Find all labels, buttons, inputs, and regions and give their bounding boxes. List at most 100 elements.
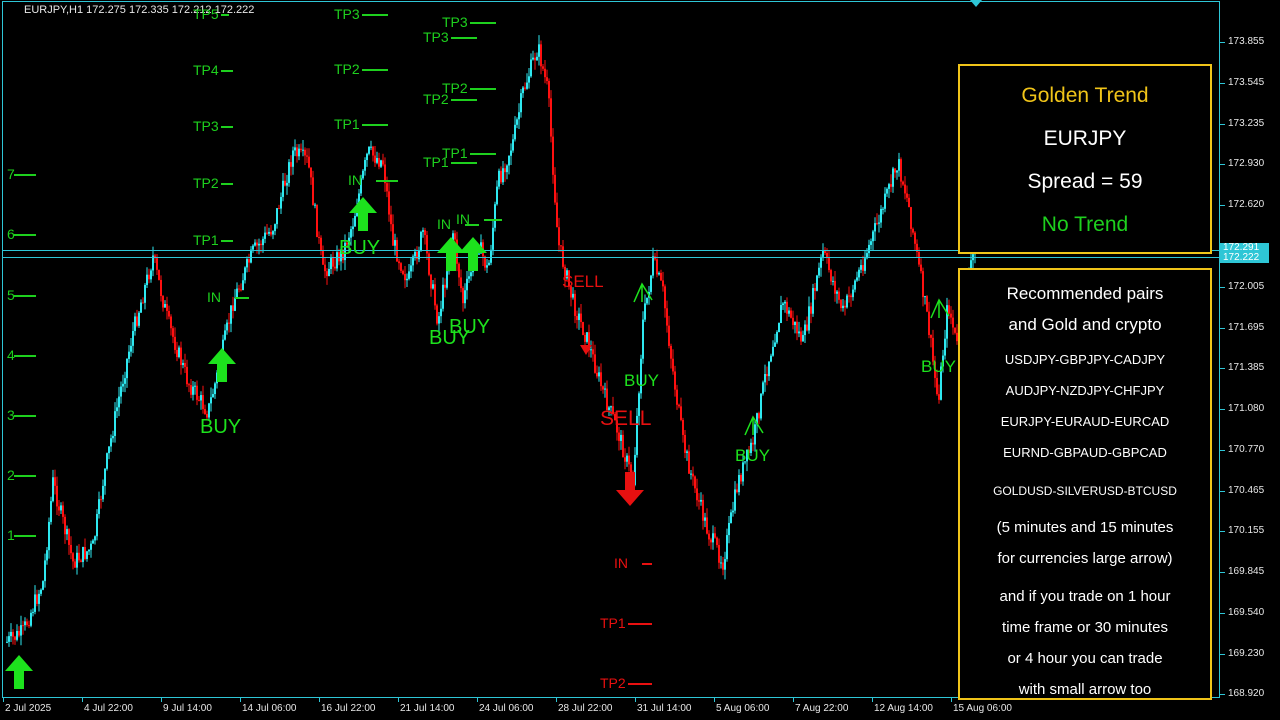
candle-body (628, 455, 630, 465)
candle-body (778, 323, 780, 333)
candle-body (20, 625, 22, 636)
candle-body (26, 621, 28, 626)
candle-body (762, 382, 764, 394)
candle-body (382, 160, 384, 165)
reco-note: with small arrow too (1018, 681, 1152, 698)
candle-body (528, 76, 530, 83)
candle-body (676, 389, 678, 405)
candle-body (314, 204, 316, 206)
candle-body (370, 146, 372, 148)
time-tick (793, 698, 794, 702)
candle-body (668, 325, 670, 346)
price-label: 171.385 (1228, 362, 1265, 373)
tp-line (451, 37, 477, 39)
candle-body (64, 516, 66, 535)
candle-body (692, 473, 694, 477)
time-tick (556, 698, 557, 702)
candle-body (82, 546, 84, 562)
candle-body (724, 559, 726, 570)
candle-body (864, 258, 866, 271)
candle-body (718, 544, 720, 563)
candle-body (102, 485, 104, 500)
candle-body (68, 529, 70, 545)
candle-body (544, 68, 546, 78)
price-tick (1220, 205, 1225, 206)
time-tick (714, 698, 715, 702)
panel-symbol: EURJPY (1043, 127, 1127, 150)
small-buy-arrow-icon (930, 298, 950, 319)
candle-body (258, 243, 260, 246)
time-label: 31 Jul 14:00 (637, 703, 692, 714)
candle-body (584, 334, 586, 342)
time-tick (319, 698, 320, 702)
tp-label: TP1 (423, 154, 449, 170)
candle-body (60, 505, 62, 511)
candle-body (688, 451, 690, 474)
candle-body (164, 304, 166, 308)
candle-body (518, 112, 520, 120)
tp-label: TP1 (193, 232, 219, 248)
candle-body (90, 543, 92, 550)
candle-body (468, 276, 470, 279)
candle-body (902, 181, 904, 185)
candle-body (596, 372, 598, 377)
candle-body (874, 223, 876, 232)
level-line (14, 234, 36, 236)
candle-body (150, 270, 152, 280)
price-label: 173.855 (1228, 36, 1265, 47)
candle-body (72, 553, 74, 562)
tp-line (221, 126, 233, 128)
tp-line (221, 183, 233, 185)
price-tick (1220, 572, 1225, 573)
candle-body (894, 168, 896, 173)
candle-body (302, 149, 304, 151)
candle-body (58, 506, 60, 511)
small-buy-arrow-icon (744, 415, 764, 436)
chart-shift-icon[interactable] (970, 0, 982, 7)
buy-arrow-icon (349, 197, 377, 231)
candle-body (46, 550, 48, 561)
tp-line (628, 683, 652, 685)
candle-body (702, 499, 704, 521)
buy-arrow-icon (208, 348, 236, 382)
time-label: 16 Jul 22:00 (321, 703, 376, 714)
price-label: 173.545 (1228, 77, 1265, 88)
candle-body (530, 59, 532, 77)
candle-body (582, 322, 584, 335)
candle-body (922, 271, 924, 298)
candle-body (394, 240, 396, 246)
buy-signal-label: BUY (200, 416, 242, 438)
candle-body (534, 57, 536, 61)
candle-body (118, 396, 120, 408)
candle-body (156, 258, 158, 270)
candle-body (536, 56, 538, 61)
time-label: 7 Aug 22:00 (795, 703, 849, 714)
price-tick (1220, 164, 1225, 165)
time-label: 12 Aug 14:00 (874, 703, 933, 714)
candle-body (24, 621, 26, 626)
candle-body (66, 529, 68, 535)
candle-body (674, 371, 676, 390)
candle-body (290, 162, 292, 167)
candle-body (136, 316, 138, 326)
candle-body (930, 334, 932, 338)
candle-body (224, 330, 226, 340)
candle-body (364, 160, 366, 171)
candle-body (142, 302, 144, 304)
candle-body (642, 319, 644, 359)
candle-body (770, 355, 772, 362)
candle-body (244, 267, 246, 281)
tp-line (470, 153, 496, 155)
candle-body (496, 186, 498, 205)
candle-body (752, 442, 754, 445)
candle-body (422, 230, 424, 232)
price-tick (1220, 491, 1225, 492)
candle-body (286, 182, 288, 186)
candle-body (504, 168, 506, 173)
small-buy-arrow-icon (633, 282, 653, 303)
candle-body (38, 593, 40, 604)
tp-label: IN (437, 216, 451, 232)
tp-line (362, 69, 388, 71)
tp-label: TP3 (334, 6, 360, 22)
price-label: 170.155 (1228, 525, 1265, 536)
